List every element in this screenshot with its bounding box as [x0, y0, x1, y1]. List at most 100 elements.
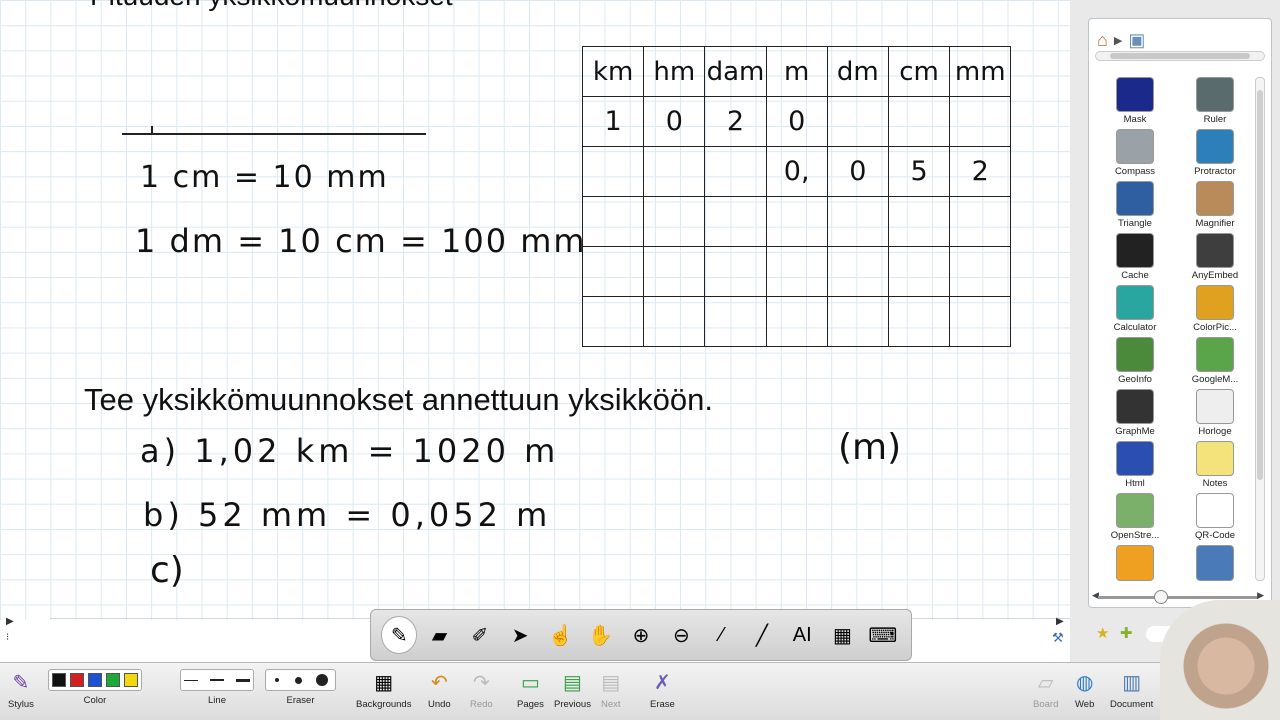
redo-icon: ↷ — [472, 671, 490, 694]
qrcode-icon — [1196, 493, 1234, 529]
color-swatch[interactable] — [88, 673, 102, 687]
left-panel-expand-icon[interactable]: ▶ — [6, 616, 14, 627]
hand-tool-icon[interactable]: ✋ — [583, 616, 619, 654]
folder-icon[interactable]: ▣ — [1128, 30, 1145, 51]
equation-dm: 1 dm = 10 cm = 100 mm — [135, 222, 587, 260]
colorpicker-icon — [1196, 285, 1234, 321]
next-page-button[interactable]: ▤ Next — [601, 669, 621, 711]
documents-label: Document — [1110, 699, 1154, 710]
undo-button[interactable]: ↶ Undo — [428, 669, 451, 711]
undo-label: Undo — [428, 699, 451, 710]
gallery-item[interactable] — [1189, 545, 1241, 593]
table-header-cell: mm — [949, 46, 1012, 97]
pen-tool-icon[interactable]: ✎ — [381, 616, 418, 654]
table-cell — [765, 296, 828, 347]
backgrounds-icon: ▦ — [374, 671, 394, 694]
select-tool-icon[interactable]: ➤ — [502, 616, 538, 654]
gallery-item[interactable]: Html — [1109, 441, 1161, 489]
zoom-out-icon[interactable]: ⊖ — [663, 616, 699, 654]
previous-page-button[interactable]: ▤ Previous — [554, 669, 591, 711]
interact-tool-icon[interactable]: ☝ — [542, 616, 578, 654]
gallery-item[interactable]: Mask — [1109, 77, 1161, 125]
add-favorite-icon[interactable]: ✚ — [1120, 624, 1133, 642]
text-tool-icon[interactable]: AI — [784, 616, 820, 654]
documents-button[interactable]: ▥ Document — [1110, 669, 1154, 711]
gallery-item[interactable]: Horloge — [1189, 389, 1241, 437]
color-swatch[interactable] — [52, 673, 66, 687]
gallery-item[interactable]: Calculator — [1109, 285, 1161, 333]
stylus-button[interactable]: ✎ Stylus — [8, 669, 34, 711]
table-row — [581, 196, 1012, 247]
favorites-star-icon[interactable]: ★ — [1096, 624, 1109, 642]
line-thick-option[interactable] — [236, 678, 250, 682]
instruction-text: Tee yksikkömuunnokset annettuun yksikköö… — [84, 382, 713, 417]
gallery-item[interactable]: QR-Code — [1189, 493, 1241, 541]
right-panel-expand-icon[interactable]: ▶ — [1056, 616, 1064, 627]
stylus-icon: ✎ — [12, 671, 30, 694]
table-header-cell: dm — [826, 46, 889, 97]
gallery-item[interactable]: Compass — [1109, 129, 1161, 177]
table-body: 1 0 2 0 0, 0 5 2 — [581, 96, 1012, 347]
gallery-vertical-scrollbar[interactable] — [1255, 77, 1265, 581]
gallery-item[interactable] — [1109, 545, 1161, 593]
laser-pointer-icon[interactable]: ⁄ — [703, 616, 739, 654]
gallery-item[interactable]: GeoInfo — [1109, 337, 1161, 385]
keyboard-icon[interactable]: ⌨ — [865, 616, 901, 654]
gallery-item[interactable]: Protractor — [1189, 129, 1241, 177]
unit-conversion-table: km hm dam m dm cm mm 1 0 2 0 0, 0 5 2 — [581, 46, 1012, 347]
eraser-tool-icon[interactable]: ▰ — [421, 616, 457, 654]
table-cell — [826, 246, 889, 297]
backgrounds-button[interactable]: ▦ Backgrounds — [356, 669, 411, 711]
undo-icon: ↶ — [430, 671, 448, 694]
color-swatch[interactable] — [124, 673, 138, 687]
redo-button[interactable]: ↷ Redo — [470, 669, 493, 711]
next-page-icon: ▤ — [601, 671, 621, 694]
previous-label: Previous — [554, 699, 591, 710]
home-icon[interactable]: ⌂ — [1097, 30, 1108, 51]
dock-icon[interactable]: ⚒ — [1052, 630, 1064, 646]
capture-tool-icon[interactable]: ▦ — [824, 616, 860, 654]
gallery-item[interactable]: Notes — [1189, 441, 1241, 489]
line-medium-option[interactable] — [210, 679, 224, 681]
line-thin-option[interactable] — [184, 679, 198, 681]
table-cell — [887, 96, 951, 147]
marker-tool-icon[interactable]: ✐ — [462, 616, 498, 654]
gallery-item[interactable]: ColorPic... — [1189, 285, 1241, 333]
zoom-in-icon[interactable]: ⊕ — [623, 616, 659, 654]
left-panel-more-icon[interactable]: ⁝ — [6, 632, 9, 643]
table-cell — [581, 196, 645, 247]
stylus-label: Stylus — [8, 699, 34, 710]
color-swatch[interactable] — [106, 673, 120, 687]
equation-cm: 1 cm = 10 mm — [140, 160, 389, 195]
breadcrumb-arrow-icon: ▶ — [1113, 34, 1123, 47]
color-swatch[interactable] — [70, 673, 84, 687]
whiteboard-canvas[interactable]: Pituuden yksikkömuunnokset 1 cm = 10 mm … — [0, 0, 1070, 620]
gallery-item[interactable]: Cache — [1109, 233, 1161, 281]
eraser-large-option[interactable] — [316, 674, 328, 686]
openstreetmap-icon — [1116, 493, 1154, 529]
table-row: 1020 — [581, 96, 1012, 147]
pages-button[interactable]: ▭ Pages — [517, 669, 544, 711]
table-cell — [704, 146, 767, 197]
board-button[interactable]: ▱ Board — [1033, 669, 1059, 711]
gallery-item[interactable]: GraphMe — [1109, 389, 1161, 437]
gallery-item[interactable]: GoogleM... — [1189, 337, 1241, 385]
web-button[interactable]: ◍ Web — [1075, 669, 1094, 711]
gallery-item[interactable]: AnyEmbed — [1189, 233, 1241, 281]
gallery-item[interactable]: Magnifier — [1189, 181, 1241, 229]
page-title: Pituuden yksikkömuunnokset — [90, 0, 453, 12]
slider-knob[interactable] — [1154, 590, 1168, 604]
eraser-medium-option[interactable] — [295, 676, 302, 684]
eraser-small-option[interactable] — [275, 678, 279, 682]
gallery-item[interactable]: Triangle — [1109, 181, 1161, 229]
gallery-item[interactable]: OpenStre... — [1109, 493, 1161, 541]
gallery-horizontal-scrollbar[interactable] — [1095, 51, 1265, 61]
gallery-item-label: Notes — [1202, 478, 1228, 489]
gallery-item[interactable]: Ruler — [1189, 77, 1241, 125]
line-tool-icon[interactable]: ╱ — [744, 616, 780, 654]
table-cell — [826, 296, 889, 347]
gallery-item-label: OpenStre... — [1110, 530, 1160, 541]
table-cell — [949, 246, 1012, 297]
board-label: Board — [1033, 699, 1059, 710]
erase-page-button[interactable]: ✗ Erase — [650, 669, 675, 711]
